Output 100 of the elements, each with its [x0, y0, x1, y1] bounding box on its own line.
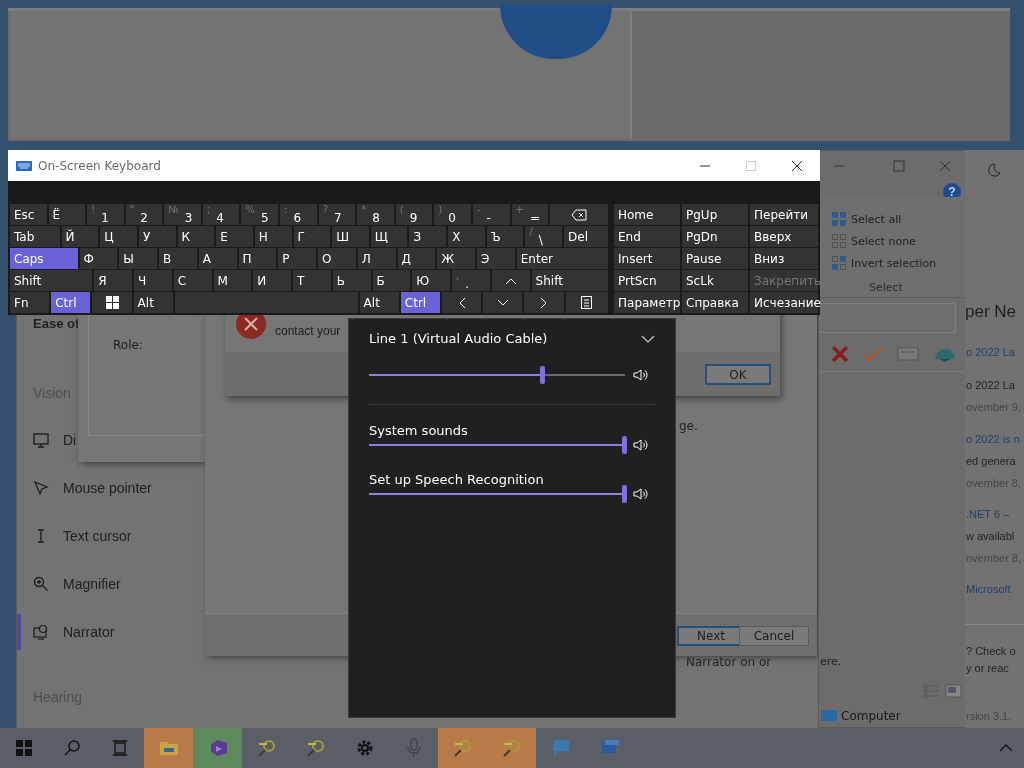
key[interactable]: Fn [10, 292, 50, 313]
key[interactable]: Ь [332, 270, 371, 291]
key[interactable]: ? 7 [318, 204, 356, 225]
speaker-icon[interactable] [633, 487, 649, 501]
key[interactable]: * 8 [357, 204, 394, 225]
key[interactable]: Del [564, 226, 608, 247]
menu-key[interactable] [565, 292, 608, 313]
key[interactable]: Вниз [750, 248, 818, 269]
key[interactable]: : 6 [280, 204, 317, 225]
backspace-key[interactable] [550, 204, 609, 225]
key[interactable]: Esc [10, 204, 47, 225]
key[interactable]: Перейти [750, 204, 818, 225]
key[interactable]: Вверх [750, 226, 818, 247]
key[interactable]: Tab [10, 226, 60, 247]
magnifier-button[interactable] [487, 728, 536, 768]
key[interactable]: Н [254, 226, 292, 247]
key[interactable]: Параметр [614, 292, 680, 313]
key[interactable]: К [177, 226, 215, 247]
key[interactable]: Й [61, 226, 99, 247]
key[interactable]: П [238, 248, 277, 269]
slider-thumb[interactable] [622, 485, 627, 503]
key[interactable]: Г [293, 226, 331, 247]
key[interactable]: Х [448, 226, 485, 247]
key[interactable]: - - [472, 204, 510, 225]
slider-thumb[interactable] [622, 436, 627, 454]
key[interactable]: ! 1 [87, 204, 124, 225]
ribbon-logo-button[interactable] [193, 728, 242, 768]
key[interactable]: Alt [359, 292, 399, 313]
key[interactable]: Ctrl [51, 292, 91, 313]
key[interactable]: Л [357, 248, 396, 269]
key[interactable]: Е [216, 226, 253, 247]
key[interactable]: Ы [119, 248, 157, 269]
key[interactable]: Shift [10, 270, 93, 291]
key[interactable]: М [213, 270, 252, 291]
chevron-down-icon[interactable] [641, 334, 655, 343]
nav-item[interactable]: Di [17, 422, 83, 458]
key[interactable]: Pause [682, 248, 748, 269]
volume-slider[interactable] [369, 366, 625, 384]
key[interactable]: ) 0 [434, 204, 471, 225]
key[interactable]: , . [452, 270, 490, 291]
key[interactable]: О [318, 248, 356, 269]
key[interactable]: ScLk [682, 270, 748, 291]
key[interactable]: Ф [79, 248, 118, 269]
volume-slider[interactable] [369, 436, 625, 454]
key[interactable]: Enter [516, 248, 609, 269]
windows-key[interactable] [92, 292, 132, 313]
address-field[interactable] [819, 303, 956, 333]
key[interactable]: Ч [134, 270, 172, 291]
preview-view-icon[interactable] [945, 683, 962, 699]
key[interactable]: Ц [100, 226, 137, 247]
folder-button[interactable] [144, 728, 193, 768]
speaker-icon[interactable] [633, 368, 649, 382]
key[interactable]: С [173, 270, 212, 291]
chevron-down-key[interactable] [483, 292, 523, 313]
key[interactable]: PgDn [682, 226, 748, 247]
magnifier-button[interactable] [438, 728, 487, 768]
key[interactable]: Shift [531, 270, 609, 291]
key[interactable]: Д [397, 248, 436, 269]
key[interactable]: ; 4 [202, 204, 240, 225]
nav-item[interactable]: Text cursor [17, 518, 138, 554]
key[interactable]: Caps [10, 248, 78, 269]
key[interactable]: № 3 [164, 204, 201, 225]
key[interactable]: Ъ [486, 226, 524, 247]
key[interactable]: End [614, 226, 680, 247]
key[interactable]: В [159, 248, 197, 269]
key[interactable]: PrtScn [614, 270, 680, 291]
key[interactable]: " 2 [125, 204, 163, 225]
key[interactable]: Справка [682, 292, 748, 313]
volume-slider[interactable] [369, 485, 625, 503]
nav-item[interactable]: Mouse pointer [17, 470, 158, 506]
key[interactable]: Ё [48, 204, 86, 225]
cancel-button[interactable]: Cancel [739, 626, 809, 646]
caret-up-key[interactable] [491, 270, 530, 291]
moon-icon[interactable] [985, 162, 1001, 178]
close-icon[interactable] [939, 160, 951, 172]
chevron-left-key[interactable] [442, 292, 482, 313]
key[interactable]: ( 9 [395, 204, 433, 225]
key[interactable]: Э [477, 248, 515, 269]
ok-button[interactable]: OK [705, 364, 771, 385]
key[interactable]: % 5 [241, 204, 279, 225]
key[interactable]: З [409, 226, 447, 247]
key[interactable]: У [138, 226, 176, 247]
key[interactable]: Щ [370, 226, 408, 247]
nav-item[interactable]: Narrator [17, 614, 121, 650]
key[interactable]: / \ [525, 226, 563, 247]
key[interactable]: + = [511, 204, 549, 225]
key[interactable]: PgUp [682, 204, 748, 225]
key[interactable]: Ю [412, 270, 451, 291]
envelope-icon[interactable] [897, 345, 921, 363]
key[interactable]: Р [278, 248, 316, 269]
key[interactable]: Home [614, 204, 680, 225]
key[interactable]: Ш [332, 226, 369, 247]
key[interactable]: Ж [437, 248, 475, 269]
key[interactable]: Б [372, 270, 411, 291]
maximize-icon[interactable] [893, 160, 905, 172]
key[interactable]: Ctrl [400, 292, 440, 313]
slider-thumb[interactable] [540, 366, 546, 384]
key[interactable]: Я [94, 270, 133, 291]
nav-item[interactable]: Magnifier [17, 566, 127, 602]
key[interactable]: Т [293, 270, 331, 291]
